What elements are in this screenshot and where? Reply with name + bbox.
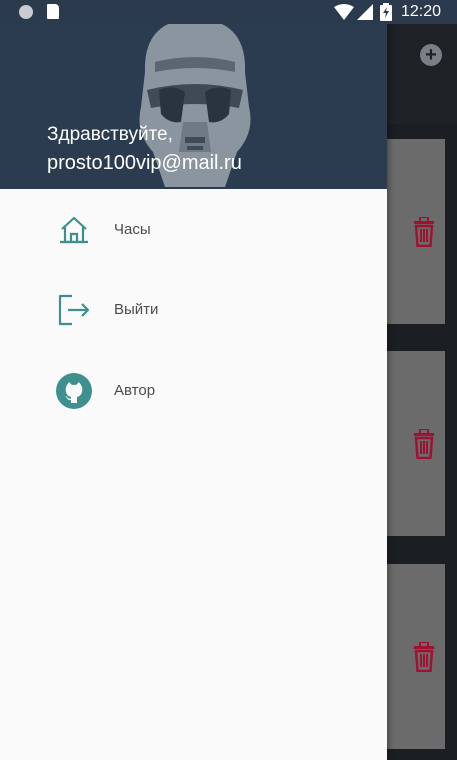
add-circle-icon[interactable]: +: [420, 44, 442, 66]
clock: 12:20: [400, 3, 441, 20]
github-icon: [56, 373, 92, 409]
drawer-item-label: Выйти: [114, 301, 159, 318]
drawer-item-label: Часы: [114, 221, 151, 238]
drawer-item-label: Автор: [114, 382, 156, 399]
greeting-text: Здравствуйте,: [47, 124, 173, 145]
status-bar: 12:20: [0, 0, 457, 24]
trash-icon[interactable]: [412, 429, 436, 459]
trash-icon[interactable]: [412, 642, 436, 672]
background-app: +: [387, 24, 457, 760]
list-item[interactable]: [387, 564, 445, 749]
drawer-item-logout[interactable]: Выйти: [0, 274, 387, 346]
list-item[interactable]: [387, 351, 445, 536]
wifi-icon: [334, 4, 354, 20]
trash-icon[interactable]: [412, 217, 436, 247]
home-icon: [60, 216, 88, 244]
battery-icon: [380, 3, 392, 21]
drawer-header: Здравствуйте, prosto100vip@mail.ru: [0, 0, 387, 189]
sd-card-icon: [47, 4, 59, 19]
notification-icon: [19, 5, 33, 19]
signal-icon: [357, 4, 373, 20]
logout-icon: [58, 294, 90, 326]
list-item[interactable]: [387, 139, 445, 324]
background-toolbar: +: [387, 24, 457, 124]
drawer-item-author[interactable]: Автор: [0, 355, 387, 427]
drawer-item-clock[interactable]: Часы: [0, 194, 387, 266]
navigation-drawer: Здравствуйте, prosto100vip@mail.ru Часы …: [0, 0, 387, 760]
user-email: prosto100vip@mail.ru: [47, 152, 242, 174]
